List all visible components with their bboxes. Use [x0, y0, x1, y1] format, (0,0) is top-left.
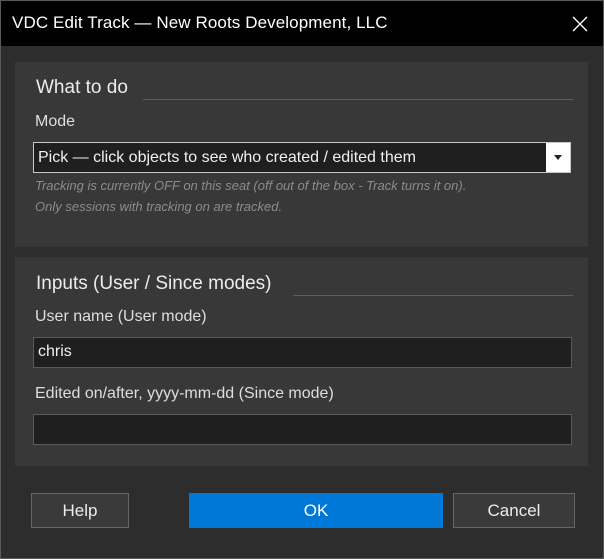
- cancel-button[interactable]: Cancel: [453, 493, 575, 528]
- title-bar[interactable]: VDC Edit Track — New Roots Development, …: [1, 1, 603, 46]
- close-button[interactable]: [557, 1, 603, 46]
- mode-hint-line-1: Tracking is currently OFF on this seat (…: [35, 178, 467, 193]
- close-icon: [572, 16, 588, 31]
- group-divider: [293, 295, 573, 296]
- inputs-group: Inputs (User / Since modes) User name (U…: [15, 257, 588, 466]
- help-button[interactable]: Help: [31, 493, 129, 528]
- window-title: VDC Edit Track — New Roots Development, …: [12, 13, 388, 32]
- group-divider: [143, 99, 573, 100]
- since-date-input[interactable]: [33, 414, 572, 445]
- what-to-do-heading: What to do: [36, 77, 128, 98]
- user-name-input[interactable]: chris: [33, 337, 572, 368]
- mode-dropdown[interactable]: Pick — click objects to see who created …: [33, 142, 571, 173]
- ok-button[interactable]: OK: [189, 493, 443, 528]
- inputs-heading: Inputs (User / Since modes): [36, 273, 272, 294]
- mode-label: Mode: [35, 113, 76, 130]
- mode-hint-line-2: Only sessions with tracking on are track…: [35, 199, 283, 214]
- mode-dropdown-value: Pick — click objects to see who created …: [38, 149, 416, 166]
- dropdown-arrow-button[interactable]: [546, 143, 570, 172]
- what-to-do-group: What to do Mode Pick — click objects to …: [15, 62, 588, 247]
- dialog-window: VDC Edit Track — New Roots Development, …: [0, 0, 604, 559]
- since-date-label: Edited on/after, yyyy-mm-dd (Since mode): [35, 385, 334, 402]
- user-name-label: User name (User mode): [35, 308, 207, 325]
- chevron-down-icon: [554, 155, 562, 160]
